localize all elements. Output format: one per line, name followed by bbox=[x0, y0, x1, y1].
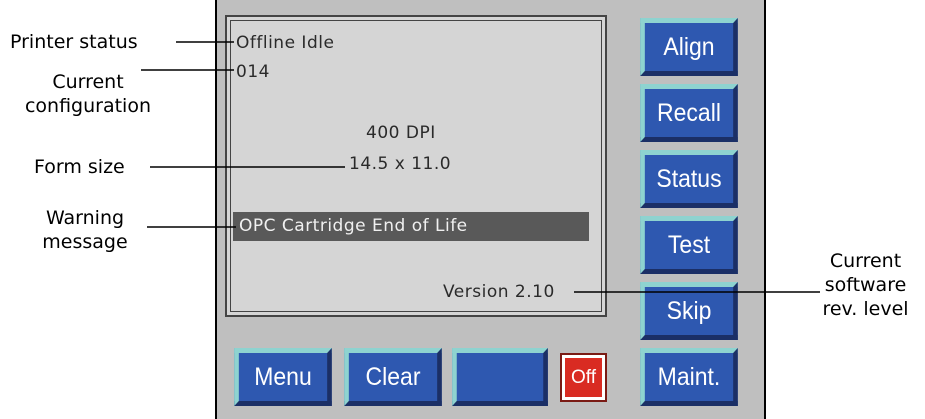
test-button[interactable]: Test bbox=[640, 216, 738, 274]
lcd-warning-message: OPC Cartridge End of Life bbox=[233, 212, 589, 241]
blank-button[interactable] bbox=[452, 348, 548, 406]
lcd-version: Version 2.10 bbox=[443, 282, 555, 302]
skip-button-label: Skip bbox=[666, 296, 712, 325]
callout-warning-message: Warning message bbox=[20, 206, 150, 254]
menu-button-label: Menu bbox=[254, 362, 312, 391]
clear-button[interactable]: Clear bbox=[344, 348, 442, 406]
align-button-label: Align bbox=[663, 32, 715, 61]
callout-current-configuration-line1: Current bbox=[52, 71, 124, 93]
recall-button[interactable]: Recall bbox=[640, 84, 738, 142]
menu-button[interactable]: Menu bbox=[234, 348, 332, 406]
recall-button-label: Recall bbox=[657, 98, 721, 127]
callout-current-configuration: Current configuration bbox=[8, 70, 168, 118]
lcd-form-size: 14.5 x 11.0 bbox=[349, 154, 452, 174]
status-button[interactable]: Status bbox=[640, 150, 738, 208]
lcd-printer-status: Offline Idle bbox=[236, 33, 335, 53]
callout-software-rev-line1: Current bbox=[829, 250, 902, 272]
off-button-label: Off bbox=[571, 366, 596, 388]
callout-form-size: Form size bbox=[34, 156, 125, 178]
callout-printer-status: Printer status bbox=[10, 31, 138, 53]
maint-button[interactable]: Maint. bbox=[640, 348, 738, 406]
callout-current-configuration-line2: configuration bbox=[24, 95, 152, 117]
callout-software-rev-line2: software bbox=[824, 274, 907, 296]
status-button-label: Status bbox=[656, 164, 722, 193]
callout-warning-message-line1: Warning bbox=[45, 207, 125, 229]
maint-button-label: Maint. bbox=[657, 362, 721, 391]
align-button[interactable]: Align bbox=[640, 18, 738, 76]
clear-button-label: Clear bbox=[365, 362, 421, 391]
callout-software-rev-level: Current software rev. level bbox=[808, 249, 923, 321]
callout-warning-message-line2: message bbox=[42, 231, 128, 253]
lcd-resolution: 400 DPI bbox=[366, 123, 436, 143]
skip-button[interactable]: Skip bbox=[640, 282, 738, 340]
off-button[interactable]: Off bbox=[560, 353, 607, 402]
test-button-label: Test bbox=[667, 230, 711, 259]
lcd-configuration: 014 bbox=[236, 62, 270, 82]
callout-software-rev-line3: rev. level bbox=[822, 298, 909, 320]
